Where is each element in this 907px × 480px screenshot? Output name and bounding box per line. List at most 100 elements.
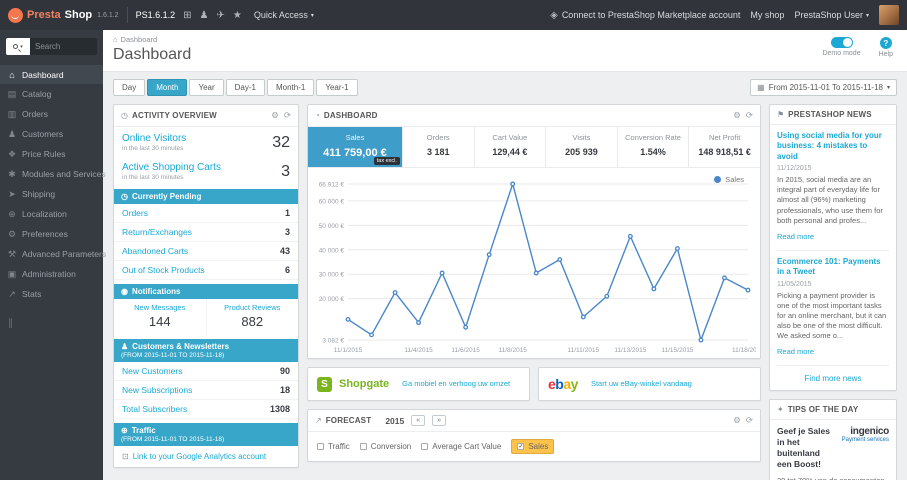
sidebar-item-customers[interactable]: ♟ Customers — [0, 124, 103, 144]
forecast-next-button[interactable]: » — [432, 415, 447, 426]
gear-icon[interactable]: ⚙ — [733, 110, 741, 121]
panel-tools: ⚙ ⟳ — [733, 110, 753, 121]
pending-row-out-of-stock[interactable]: Out of Stock Products 6 — [114, 261, 298, 280]
sidebar-item-price-rules[interactable]: ❖ Price Rules — [0, 144, 103, 164]
demo-mode-control[interactable]: Demo mode — [822, 37, 861, 58]
activity-panel-header: ◷ ACTIVITY OVERVIEW ⚙ ⟳ — [114, 105, 298, 127]
prestashop-logo[interactable]: Presta Shop 1.6.1.2 — [8, 7, 119, 23]
active-carts-stat[interactable]: Active Shopping Carts in the last 30 min… — [114, 156, 298, 185]
legend-traffic[interactable]: Traffic — [317, 442, 350, 451]
sidebar-item-modules[interactable]: ✱ Modules and Services — [0, 164, 105, 184]
svg-text:3 082 €: 3 082 € — [322, 338, 344, 345]
forecast-prev-button[interactable]: « — [411, 415, 426, 426]
help-icon[interactable]: ? — [879, 37, 892, 49]
ebay-link[interactable]: Start uw eBay-winkel vandaag — [591, 379, 692, 389]
user-menu[interactable]: PrestaShop User ▾ — [794, 10, 869, 20]
kpi-cart-value[interactable]: Cart Value 129,44 € — [475, 127, 547, 167]
legend-average-cart-value[interactable]: Average Cart Value — [421, 442, 501, 451]
my-shop-link[interactable]: My shop — [750, 10, 784, 20]
sidebar-item-orders[interactable]: ▥ Orders — [0, 104, 103, 124]
sidebar-item-shipping[interactable]: ➤ Shipping — [0, 184, 103, 204]
ebay-letter: a — [563, 376, 571, 392]
pending-row-orders[interactable]: Orders 1 — [114, 204, 298, 223]
legend-sales[interactable]: ✓ Sales — [511, 439, 555, 454]
checkbox[interactable] — [317, 443, 324, 450]
news-item-title[interactable]: Using social media for your business: 4 … — [777, 131, 889, 162]
sidebar-search: ▾ — [6, 38, 97, 55]
breadcrumb[interactable]: ⌂ Dashboard — [113, 35, 897, 44]
row-label: New Subscriptions — [122, 385, 193, 395]
sidebar-item-dashboard[interactable]: ⌂ Dashboard — [0, 65, 103, 84]
checkbox[interactable] — [421, 443, 429, 450]
help-control[interactable]: ? Help — [879, 37, 893, 58]
period-month-1-button[interactable]: Month-1 — [266, 79, 315, 96]
module-promos: S Shopgate Ga mobiel en verhoog uw omzet… — [307, 367, 761, 401]
pending-row-abandoned-carts[interactable]: Abandoned Carts 43 — [114, 242, 298, 261]
read-more-link[interactable]: Read more — [777, 232, 814, 241]
cart-icon[interactable]: ⊞ — [183, 10, 191, 21]
online-visitors-stat[interactable]: Online Visitors in the last 30 minutes 3… — [114, 127, 298, 156]
svg-text:11/11/2015: 11/11/2015 — [568, 347, 600, 354]
new-messages-cell[interactable]: New Messages 144 — [114, 299, 206, 335]
demo-mode-toggle[interactable] — [830, 37, 853, 48]
period-year-1-button[interactable]: Year-1 — [316, 79, 358, 96]
search-icon[interactable]: ▾ — [6, 38, 30, 55]
customers-row-total-subscribers[interactable]: Total Subscribers 1308 — [114, 400, 298, 419]
sidebar-item-stats[interactable]: ↗ Stats — [0, 284, 103, 304]
tips-panel-header: ✦ TIPS OF THE DAY — [770, 400, 896, 421]
customers-row-new-customers[interactable]: New Customers 90 — [114, 362, 298, 381]
legend-conversion[interactable]: Conversion — [359, 442, 411, 451]
send-icon[interactable]: ✈ — [216, 10, 224, 21]
catalog-icon: ▤ — [7, 88, 17, 99]
refresh-icon[interactable]: ⟳ — [284, 110, 291, 121]
date-range-picker[interactable]: ▦ From 2015-11-01 To 2015-11-18 ▾ — [750, 79, 897, 96]
kpi-net-profit[interactable]: Net Profit 148 918,51 € — [689, 127, 760, 167]
sales-chart[interactable]: Sales 66 912 € 60 000 € 50 000 € 40 000 € 30… — [308, 168, 760, 358]
kpi-sales[interactable]: Sales 411 759,00 € tax excl. — [308, 127, 403, 167]
kpi-value: 3 181 — [426, 147, 450, 157]
ingenico-logo[interactable]: ingenico Payment services — [842, 426, 890, 470]
refresh-icon[interactable]: ⟳ — [746, 110, 753, 121]
marketplace-connect-link[interactable]: ◈ Connect to PrestaShop Marketplace acco… — [550, 10, 740, 21]
read-more-link[interactable]: Read more — [777, 347, 814, 356]
trophy-icon[interactable]: ★ — [233, 10, 242, 21]
kpi-visits[interactable]: Visits 205 939 — [546, 127, 618, 167]
sidebar-item-advanced-parameters[interactable]: ⚒ Advanced Parameters — [0, 244, 106, 264]
checkbox[interactable] — [359, 443, 367, 450]
sidebar-collapse-button[interactable]: ∥ — [8, 318, 95, 329]
dashboard-panel-header: ◔ DASHBOARD ⚙ ⟳ — [308, 105, 760, 127]
refresh-icon[interactable]: ⟳ — [746, 415, 753, 426]
customers-row-new-subscriptions[interactable]: New Subscriptions 18 — [114, 381, 298, 400]
sidebar-item-localization[interactable]: ⊕ Localization — [0, 204, 103, 224]
panel-tools: ⚙ ⟳ — [271, 110, 291, 121]
gear-icon[interactable]: ⚙ — [271, 110, 279, 121]
period-month-button[interactable]: Month — [147, 79, 188, 96]
period-year-button[interactable]: Year — [189, 79, 224, 96]
sidebar-item-preferences[interactable]: ⚙ Preferences — [0, 224, 103, 244]
kpi-orders[interactable]: Orders 3 181 — [403, 127, 475, 167]
person-icon[interactable]: ♟ — [199, 10, 208, 21]
google-analytics-link[interactable]: ⊡ Link to your Google Analytics account — [114, 446, 298, 467]
user-avatar[interactable] — [879, 5, 899, 25]
period-day-1-button[interactable]: Day-1 — [225, 79, 265, 96]
logo-text: Presta — [27, 9, 61, 21]
currently-pending-title: Currently Pending — [131, 192, 202, 201]
gear-icon[interactable]: ⚙ — [733, 415, 741, 426]
active-carts-label: Active Shopping Carts — [122, 162, 221, 173]
row-label: Return/Exchanges — [122, 227, 192, 237]
search-input[interactable] — [30, 38, 97, 55]
chart-legend[interactable]: Sales — [714, 175, 744, 184]
shopgate-link[interactable]: Ga mobiel en verhoog uw omzet — [402, 379, 510, 389]
product-reviews-cell[interactable]: Product Reviews 882 — [205, 299, 299, 335]
kpi-conversion-rate[interactable]: Conversion Rate 1.54% — [618, 127, 690, 167]
google-analytics-label: Link to your Google Analytics account — [132, 452, 267, 461]
find-more-news-link[interactable]: Find more news — [777, 372, 889, 384]
sidebar-item-administration[interactable]: ▣ Administration — [0, 264, 103, 284]
news-item-title[interactable]: Ecommerce 101: Payments in a Tweet — [777, 257, 889, 278]
sidebar-item-catalog[interactable]: ▤ Catalog — [0, 84, 103, 104]
pending-row-returns[interactable]: Return/Exchanges 3 — [114, 223, 298, 242]
period-day-button[interactable]: Day — [113, 79, 146, 96]
checkbox-checked[interactable]: ✓ — [517, 443, 525, 450]
shop-name[interactable]: PS1.6.1.2 — [136, 10, 176, 20]
quick-access-menu[interactable]: Quick Access ▾ — [254, 10, 314, 20]
